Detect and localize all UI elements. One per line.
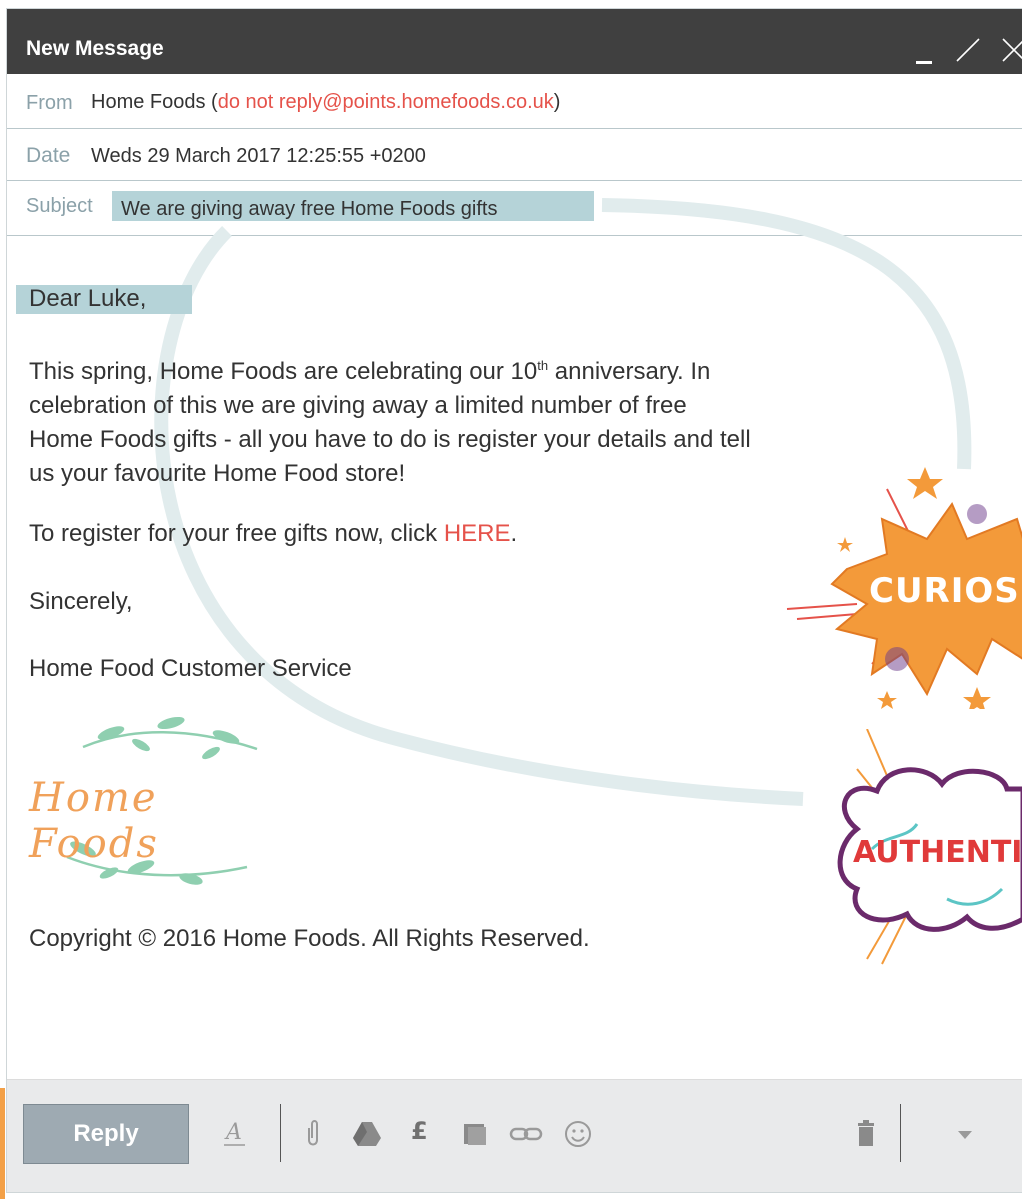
toolbar-separator-right: [900, 1104, 901, 1162]
authenticity-text: AUTHENTI: [853, 835, 1022, 870]
home-foods-logo: Home Foods: [21, 707, 301, 897]
para1-line3: Home Foods gifts - all you have to do is…: [29, 426, 751, 453]
photo-icon[interactable]: [462, 1118, 488, 1153]
compose-window: New Message From Home Foods (do not repl…: [6, 8, 1022, 1193]
intro-paragraph: This spring, Home Foods are celebrating …: [29, 349, 751, 491]
compose-toolbar: Reply A £: [7, 1079, 1022, 1192]
logo-text: Home Foods: [29, 775, 159, 867]
toolbar-separator: [280, 1104, 281, 1162]
authenticity-sticker: AUTHENTI: [827, 729, 1022, 969]
signature: Home Food Customer Service: [29, 655, 352, 682]
link-icon[interactable]: [509, 1118, 545, 1153]
para1-b: anniversary. In: [548, 358, 711, 385]
more-options-icon[interactable]: [957, 1128, 973, 1146]
para1-sup: th: [537, 358, 549, 373]
copyright: Copyright © 2016 Home Foods. All Rights …: [29, 925, 590, 952]
drive-icon[interactable]: [352, 1118, 382, 1153]
currency-glyph: £: [411, 1117, 428, 1145]
closing: Sincerely,: [29, 588, 133, 615]
reply-button[interactable]: Reply: [23, 1104, 189, 1164]
para1-line2: celebration of this we are giving away a…: [29, 392, 687, 419]
accent-edge: [0, 1088, 5, 1199]
register-text: To register for your free gifts now, cli…: [29, 520, 444, 547]
emoji-icon[interactable]: [564, 1118, 594, 1153]
text-format-icon[interactable]: A: [223, 1114, 247, 1153]
currency-icon[interactable]: £: [409, 1114, 433, 1153]
register-end: .: [510, 520, 518, 547]
attach-icon[interactable]: [305, 1118, 321, 1153]
register-line: To register for your free gifts now, cli…: [29, 517, 517, 551]
greeting: Dear Luke,: [29, 285, 147, 312]
trash-icon[interactable]: [855, 1118, 877, 1153]
register-link[interactable]: HERE: [444, 520, 511, 547]
text-format-glyph: A: [224, 1120, 242, 1145]
curiosity-sticker: CURIOSIT: [777, 459, 1022, 709]
curiosity-text: CURIOSIT: [869, 571, 1022, 611]
para1-a: This spring, Home Foods are celebrating …: [29, 358, 538, 385]
para1-line4: us your favourite Home Food store!: [29, 460, 406, 487]
